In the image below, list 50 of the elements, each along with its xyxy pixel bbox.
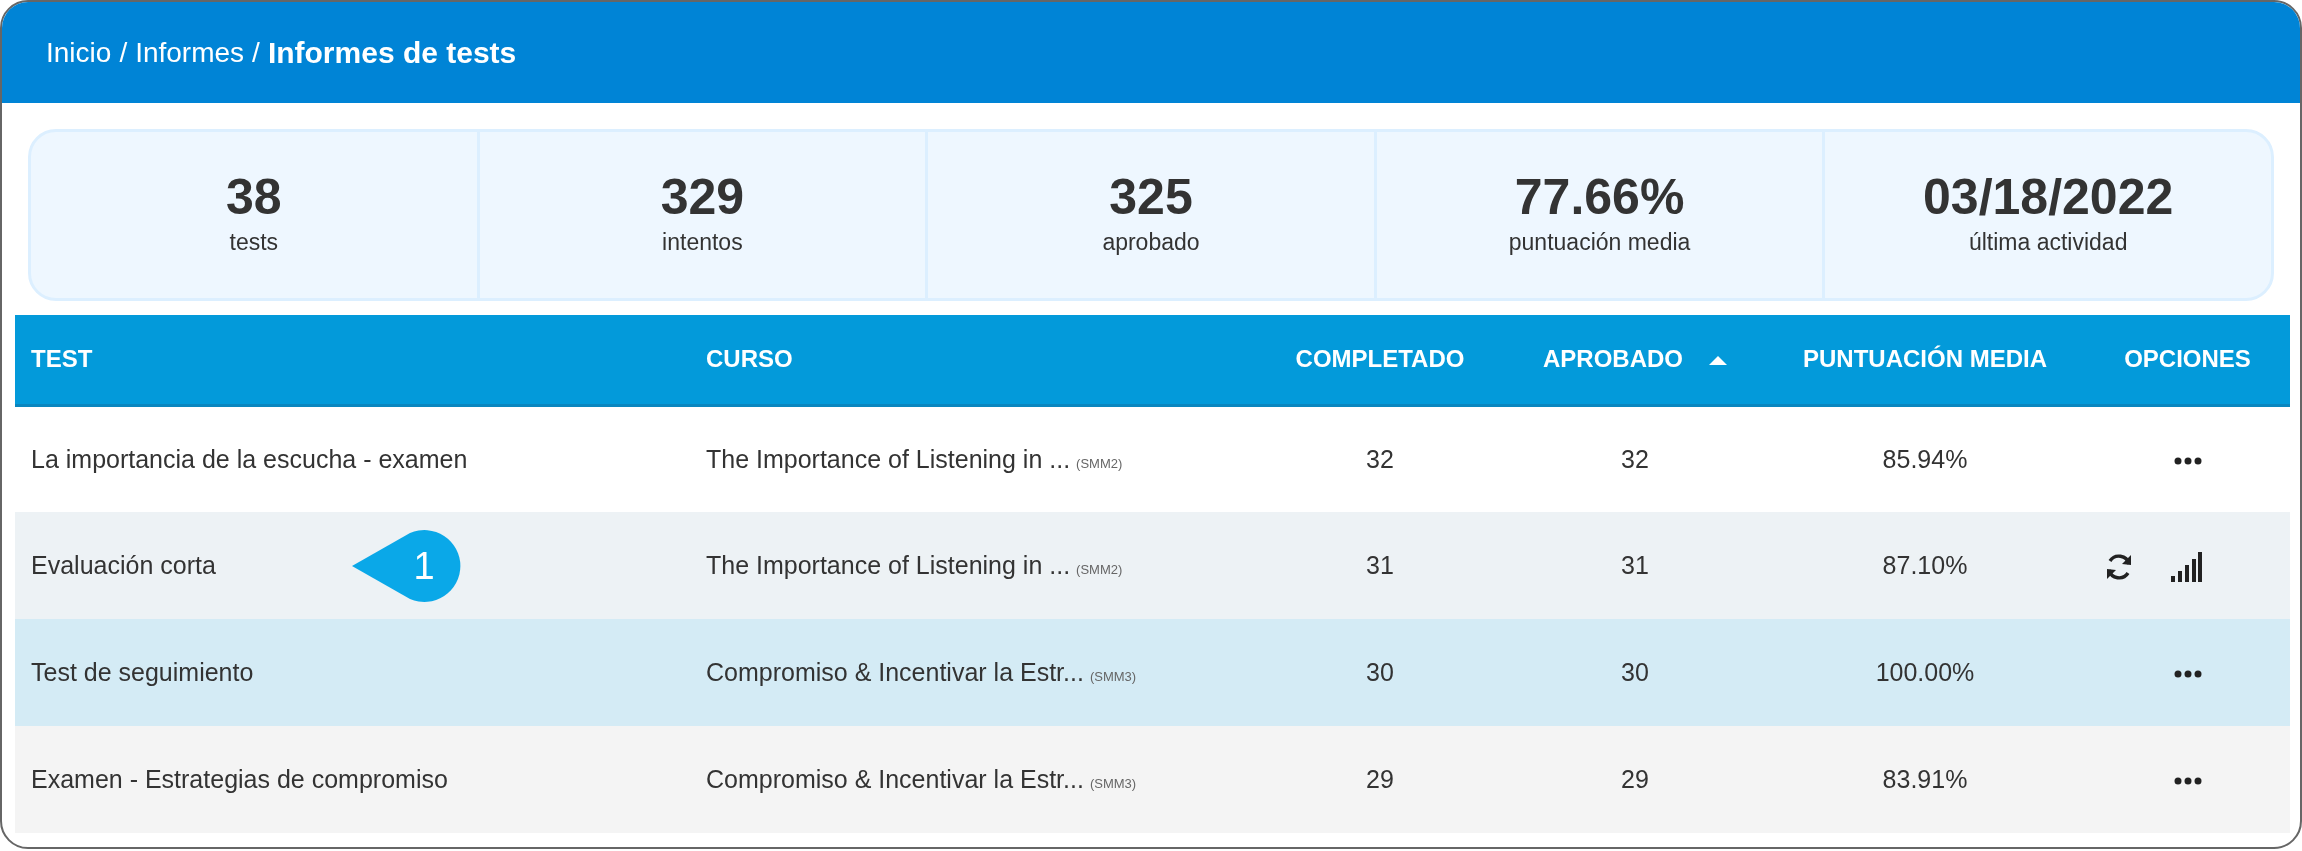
course-code: (SMM3) [1089, 668, 1137, 684]
test-name[interactable]: La importancia de la escucha - examen [31, 444, 468, 473]
breadcrumb-link[interactable]: Informes [135, 31, 245, 74]
breadcrumb-separator: / [252, 35, 260, 70]
more-options-icon[interactable] [2173, 670, 2202, 679]
column-header[interactable]: OPCIONES [2085, 315, 2290, 405]
more-options-icon[interactable] [2173, 777, 2202, 786]
column-header[interactable]: TEST [15, 315, 690, 405]
passed-count: 32 [1621, 444, 1649, 473]
completed-count: 32 [1366, 444, 1394, 473]
breadcrumb-link[interactable]: Inicio [46, 31, 112, 74]
stat-label: tests [229, 228, 279, 258]
stat-label: puntuación media [1508, 228, 1691, 258]
stat-value: 38 [226, 170, 282, 226]
average-score: 100.00% [1875, 657, 1975, 686]
page-title: Informes de tests [267, 35, 517, 71]
test-name[interactable]: Evaluación corta [31, 550, 216, 579]
statistics-icon[interactable] [2169, 552, 2202, 583]
column-header[interactable]: CURSO [690, 315, 1255, 405]
course-code: (SMM2) [1076, 561, 1123, 577]
course-name: Compromiso & Incentivar la Estr... [706, 657, 1084, 686]
average-score: 85.94% [1882, 444, 1968, 473]
test-name[interactable]: Test de seguimiento [31, 657, 254, 686]
column-header[interactable]: APROBADO [1505, 315, 1765, 405]
stat-value: 77.66% [1514, 170, 1685, 226]
test-name[interactable]: Examen - Estrategias de compromiso [31, 764, 448, 793]
course-name: Compromiso & Incentivar la Estr... [706, 764, 1084, 793]
column-header[interactable]: COMPLETADO [1255, 315, 1505, 405]
passed-count: 30 [1621, 657, 1649, 686]
completed-count: 30 [1366, 657, 1394, 686]
average-score: 87.10% [1882, 550, 1968, 579]
completed-count: 31 [1366, 550, 1394, 579]
column-header[interactable]: PUNTUACIÓN MEDIA [1765, 315, 2085, 405]
breadcrumb-separator: / [119, 35, 128, 70]
completed-count: 29 [1366, 764, 1394, 793]
passed-count: 29 [1621, 764, 1649, 793]
course-name: The Importance of Listening in ... [706, 444, 1071, 473]
stat-value: 325 [1109, 170, 1193, 226]
course-name: The Importance of Listening in ... [706, 550, 1071, 579]
average-score: 83.91% [1882, 764, 1968, 793]
stat-label: intentos [662, 228, 743, 258]
more-options-icon[interactable] [2173, 456, 2202, 465]
course-code: (SMM3) [1089, 775, 1137, 791]
stat-value: 03/18/2022 [1923, 170, 2174, 226]
stat-label: aprobado [1102, 228, 1200, 258]
course-code: (SMM2) [1076, 455, 1123, 471]
passed-count: 31 [1621, 550, 1649, 579]
stat-value: 329 [660, 170, 745, 226]
sort-ascending-icon[interactable] [1709, 356, 1727, 366]
stat-label: última actividad [1968, 228, 2128, 258]
